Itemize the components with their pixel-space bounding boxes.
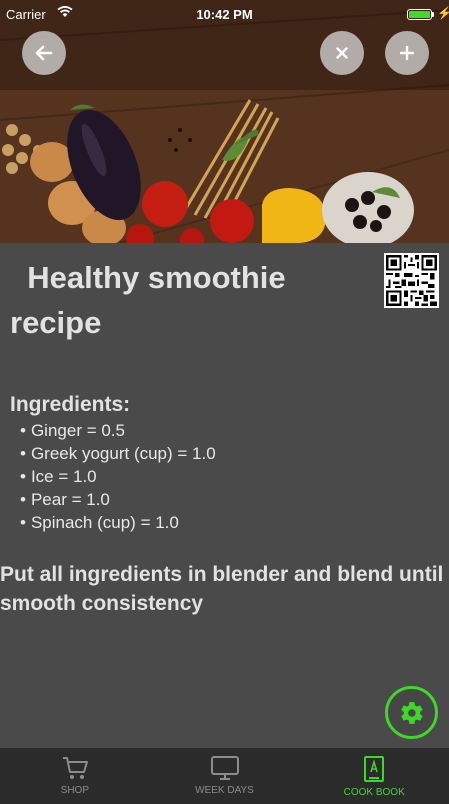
charging-icon: ⚡ xyxy=(437,6,449,20)
add-button[interactable] xyxy=(385,31,429,75)
plus-icon xyxy=(400,46,414,60)
clock: 10:42 PM xyxy=(196,7,253,22)
tab-shop[interactable]: SHOP xyxy=(0,748,150,804)
tab-label: SHOP xyxy=(60,785,89,796)
tab-label: WEEK DAYS xyxy=(195,785,254,796)
battery-icon xyxy=(407,9,432,20)
monitor-icon xyxy=(210,756,239,780)
ingredients-list: Ginger = 0.5 Greek yogurt (cup) = 1.0 Ic… xyxy=(20,419,216,534)
list-item: Greek yogurt (cup) = 1.0 xyxy=(20,442,216,465)
list-item: Ice = 1.0 xyxy=(20,465,216,488)
arrow-left-icon xyxy=(35,45,53,61)
close-button[interactable] xyxy=(320,31,364,75)
close-icon xyxy=(336,47,348,59)
recipe-instructions: Put all ingredients in blender and blend… xyxy=(0,563,444,615)
tab-bar: SHOP WEEK DAYS COOK BOOK xyxy=(0,748,449,804)
list-item: Ginger = 0.5 xyxy=(20,419,216,442)
list-item: Spinach (cup) = 1.0 xyxy=(20,511,216,534)
recipe-hero-image xyxy=(0,0,449,243)
tab-label: COOK BOOK xyxy=(343,787,405,798)
recipe-title: Healthy smoothie recipe xyxy=(10,260,286,340)
gear-icon xyxy=(400,701,422,724)
tab-cook-book[interactable]: COOK BOOK xyxy=(299,748,449,804)
settings-button[interactable] xyxy=(385,686,438,739)
list-item: Pear = 1.0 xyxy=(20,488,216,511)
qr-code[interactable] xyxy=(384,253,439,308)
status-bar: Carrier 10:42 PM ⚡ xyxy=(0,0,449,28)
back-button[interactable] xyxy=(22,31,66,75)
book-icon xyxy=(364,756,385,782)
ingredients-heading: Ingredients: xyxy=(10,393,131,416)
tab-week-days[interactable]: WEEK DAYS xyxy=(150,748,300,804)
cart-icon xyxy=(62,757,88,779)
